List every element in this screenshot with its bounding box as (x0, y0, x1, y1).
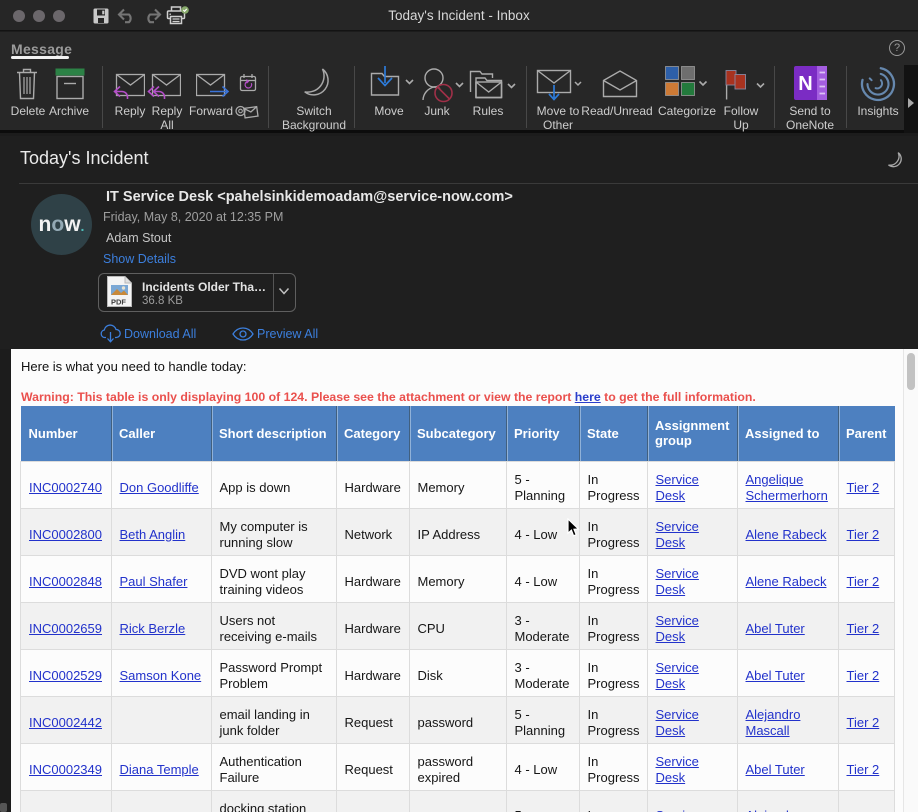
svg-text:N: N (798, 73, 812, 95)
svg-text:PDF: PDF (111, 298, 126, 307)
